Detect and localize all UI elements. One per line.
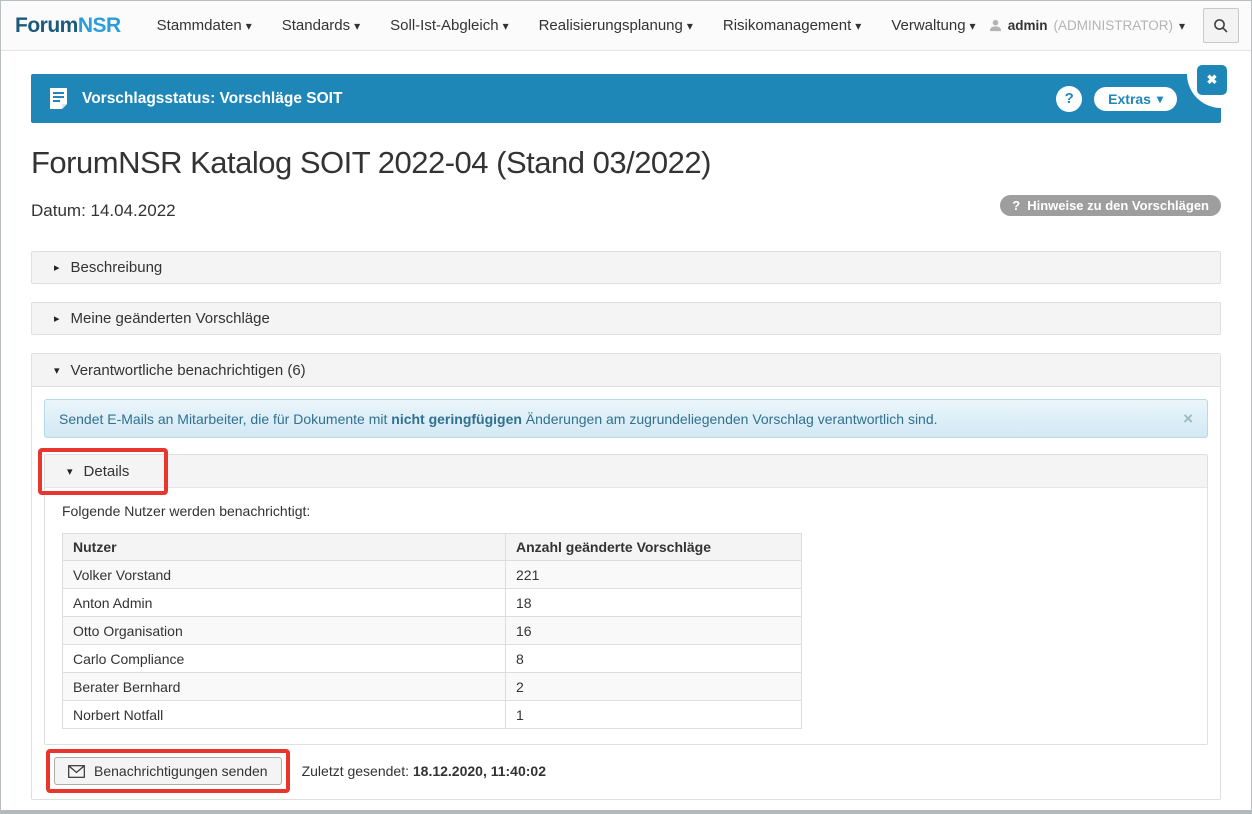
table-row: Otto Organisation16 [63, 617, 802, 645]
section-label: Meine geänderten Vorschläge [71, 310, 270, 327]
user-name: admin [1008, 18, 1048, 33]
meta-row: Datum: 14.04.2022 ? Hinweise zu den Vors… [31, 195, 1221, 221]
chevron-down-icon: ▾ [246, 19, 252, 33]
chevron-down-icon: ▾ [970, 19, 976, 33]
chevron-down-icon: ▾ [354, 19, 360, 33]
cell-count: 221 [506, 561, 802, 589]
send-button-wrap: Benachrichtigungen senden [54, 757, 282, 785]
table-intro-text: Folgende Nutzer werden benachrichtigt: [62, 503, 1190, 519]
menu-item-risikomanagement[interactable]: Risikomanagement▾ [723, 17, 861, 34]
chevron-down-icon: ▾ [687, 19, 693, 33]
section-verantwortliche-body: Sendet E-Mails an Mitarbeiter, die für D… [32, 387, 1220, 799]
send-row: Benachrichtigungen senden Zuletzt gesend… [44, 757, 1208, 785]
table-header-row: Nutzer Anzahl geänderte Vorschläge [63, 534, 802, 561]
chevron-down-icon: ▾ [1179, 19, 1185, 33]
table-row: Carlo Compliance8 [63, 645, 802, 673]
details-body: Folgende Nutzer werden benachrichtigt: N… [45, 488, 1207, 744]
chevron-down-icon: ▾ [503, 19, 509, 33]
chevron-right-icon: ▸ [54, 261, 60, 274]
extras-dropdown-button[interactable]: Extras ▾ [1094, 87, 1177, 111]
menu-item-verwaltung[interactable]: Verwaltung▾ [891, 17, 975, 34]
help-button[interactable]: ? [1056, 86, 1082, 112]
cell-user-name: Carlo Compliance [63, 645, 506, 673]
section-meine-vorschlaege[interactable]: ▸ Meine geänderten Vorschläge [31, 302, 1221, 335]
envelope-icon [68, 765, 85, 778]
panel-close-button[interactable]: ✖ [1197, 65, 1227, 95]
page-content: Vorschlagsstatus: Vorschläge SOIT ? Extr… [31, 74, 1221, 800]
page-title: ForumNSR Katalog SOIT 2022-04 (Stand 03/… [31, 145, 1221, 181]
chevron-right-icon: ▸ [54, 312, 60, 325]
section-label: Beschreibung [71, 259, 163, 276]
user-icon [989, 19, 1002, 32]
menu-item-soll-ist-abgleich[interactable]: Soll-Ist-Abgleich▾ [390, 17, 508, 34]
close-icon: ✖ [1207, 72, 1218, 88]
search-button[interactable] [1203, 8, 1239, 43]
app-window: ForumNSR Stammdaten▾ Standards▾ Soll-Ist… [0, 0, 1252, 814]
cell-user-name: Berater Bernhard [63, 673, 506, 701]
section-beschreibung[interactable]: ▸ Beschreibung [31, 251, 1221, 284]
app-logo[interactable]: ForumNSR [15, 14, 121, 38]
column-header-nutzer: Nutzer [63, 534, 506, 561]
user-menu[interactable]: admin (ADMINISTRATOR) ▾ [989, 18, 1185, 33]
cell-user-name: Volker Vorstand [63, 561, 506, 589]
chevron-down-icon: ▾ [1157, 92, 1163, 106]
send-notifications-button[interactable]: Benachrichtigungen senden [54, 757, 282, 785]
details-label: Details [84, 463, 130, 480]
table-row: Volker Vorstand221 [63, 561, 802, 589]
last-sent-text: Zuletzt gesendet: 18.12.2020, 11:40:02 [302, 763, 546, 779]
document-icon [49, 87, 68, 110]
cell-count: 8 [506, 645, 802, 673]
chevron-down-icon: ▾ [67, 465, 73, 478]
section-verantwortliche-header[interactable]: ▾ Verantwortliche benachrichtigen (6) [32, 354, 1220, 387]
alert-close-icon[interactable]: × [1183, 410, 1193, 427]
logo-part-secondary: NSR [78, 14, 121, 37]
column-header-anzahl: Anzahl geänderte Vorschläge [506, 534, 802, 561]
logo-part-primary: Forum [15, 14, 78, 37]
menu-item-realisierungsplanung[interactable]: Realisierungsplanung▾ [539, 17, 693, 34]
hints-button[interactable]: ? Hinweise zu den Vorschlägen [1000, 195, 1221, 216]
details-header[interactable]: ▾ Details [45, 455, 1207, 488]
chevron-down-icon: ▾ [855, 19, 861, 33]
search-icon [1213, 18, 1229, 34]
cell-user-name: Otto Organisation [63, 617, 506, 645]
table-row: Norbert Notfall1 [63, 701, 802, 729]
cell-user-name: Anton Admin [63, 589, 506, 617]
user-role: (ADMINISTRATOR) [1053, 18, 1173, 33]
main-menu: Stammdaten▾ Standards▾ Soll-Ist-Abgleich… [157, 17, 989, 34]
table-row: Berater Bernhard2 [63, 673, 802, 701]
section-label: Verantwortliche benachrichtigen (6) [71, 362, 306, 379]
info-alert: Sendet E-Mails an Mitarbeiter, die für D… [44, 399, 1208, 438]
chevron-down-icon: ▾ [54, 364, 60, 377]
top-navigation-bar: ForumNSR Stammdaten▾ Standards▾ Soll-Ist… [1, 1, 1251, 51]
cell-user-name: Norbert Notfall [63, 701, 506, 729]
cell-count: 1 [506, 701, 802, 729]
menu-item-stammdaten[interactable]: Stammdaten▾ [157, 17, 252, 34]
date-label: Datum: 14.04.2022 [31, 201, 176, 221]
panel-title-bar: Vorschlagsstatus: Vorschläge SOIT ? Extr… [31, 74, 1221, 123]
cell-count: 2 [506, 673, 802, 701]
menu-item-standards[interactable]: Standards▾ [282, 17, 360, 34]
details-panel: ▾ Details Folgende Nutzer werden benachr… [44, 454, 1208, 745]
users-table: Nutzer Anzahl geänderte Vorschläge Volke… [62, 533, 802, 729]
cell-count: 18 [506, 589, 802, 617]
table-row: Anton Admin18 [63, 589, 802, 617]
cell-count: 16 [506, 617, 802, 645]
section-verantwortliche: ▾ Verantwortliche benachrichtigen (6) Se… [31, 353, 1221, 800]
info-alert-text: Sendet E-Mails an Mitarbeiter, die für D… [59, 411, 1183, 427]
panel-title: Vorschlagsstatus: Vorschläge SOIT [82, 90, 1056, 108]
question-icon: ? [1012, 198, 1020, 213]
